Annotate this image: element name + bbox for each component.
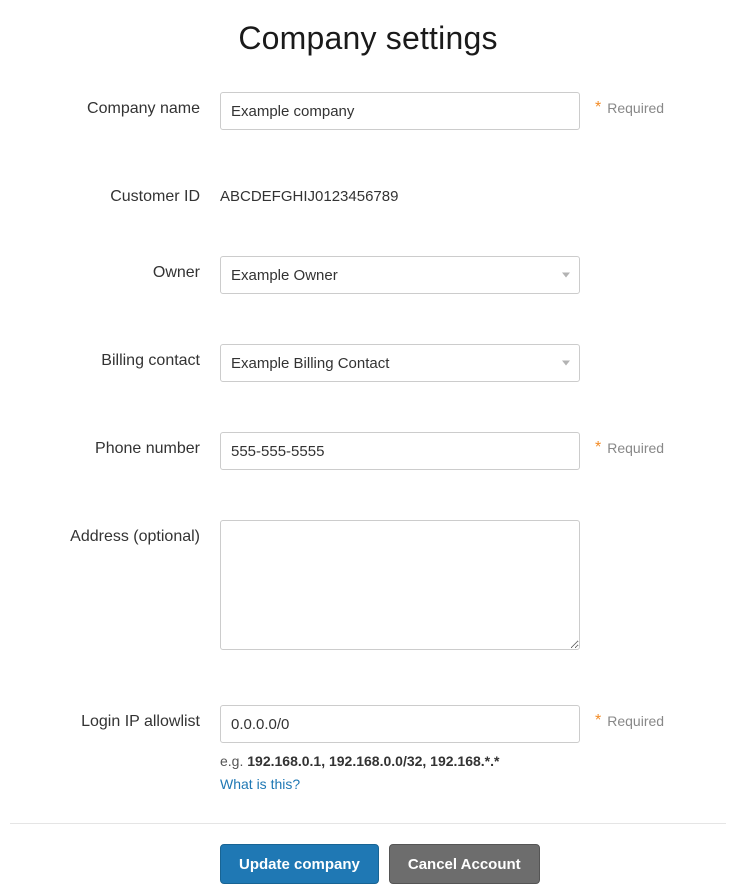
select-owner[interactable]: Example Owner — [220, 256, 580, 294]
hint-example: 192.168.0.1, 192.168.0.0/32, 192.168.*.* — [247, 753, 499, 769]
label-address: Address (optional) — [10, 520, 220, 546]
label-billing-contact: Billing contact — [10, 344, 220, 370]
row-address: Address (optional) — [10, 520, 726, 655]
select-billing-contact[interactable]: Example Billing Contact — [220, 344, 580, 382]
required-star-icon: * — [595, 440, 601, 456]
row-phone-number: Phone number * Required — [10, 432, 726, 470]
input-company-name[interactable] — [220, 92, 580, 130]
cancel-account-button[interactable]: Cancel Account — [389, 844, 540, 884]
required-label: Required — [607, 440, 664, 456]
required-label: Required — [607, 100, 664, 116]
what-is-this-link[interactable]: What is this? — [220, 774, 300, 795]
row-company-name: Company name * Required — [10, 92, 726, 130]
value-customer-id: ABCDEFGHIJ0123456789 — [220, 180, 580, 205]
required-star-icon: * — [595, 713, 601, 729]
required-label: Required — [607, 713, 664, 729]
row-owner: Owner Example Owner — [10, 256, 726, 294]
textarea-address[interactable] — [220, 520, 580, 650]
label-customer-id: Customer ID — [10, 180, 220, 206]
button-row: Update company Cancel Account — [10, 844, 726, 884]
input-login-ip-allowlist[interactable] — [220, 705, 580, 743]
update-company-button[interactable]: Update company — [220, 844, 379, 884]
input-phone-number[interactable] — [220, 432, 580, 470]
label-login-ip-allowlist: Login IP allowlist — [10, 705, 220, 731]
page-title: Company settings — [10, 20, 726, 57]
label-phone-number: Phone number — [10, 432, 220, 458]
divider — [10, 823, 726, 824]
required-star-icon: * — [595, 100, 601, 116]
hint-prefix: e.g. — [220, 753, 247, 769]
row-customer-id: Customer ID ABCDEFGHIJ0123456789 — [10, 180, 726, 206]
label-company-name: Company name — [10, 92, 220, 118]
label-owner: Owner — [10, 256, 220, 282]
row-login-ip-allowlist: Login IP allowlist e.g. 192.168.0.1, 192… — [10, 705, 726, 795]
row-billing-contact: Billing contact Example Billing Contact — [10, 344, 726, 382]
